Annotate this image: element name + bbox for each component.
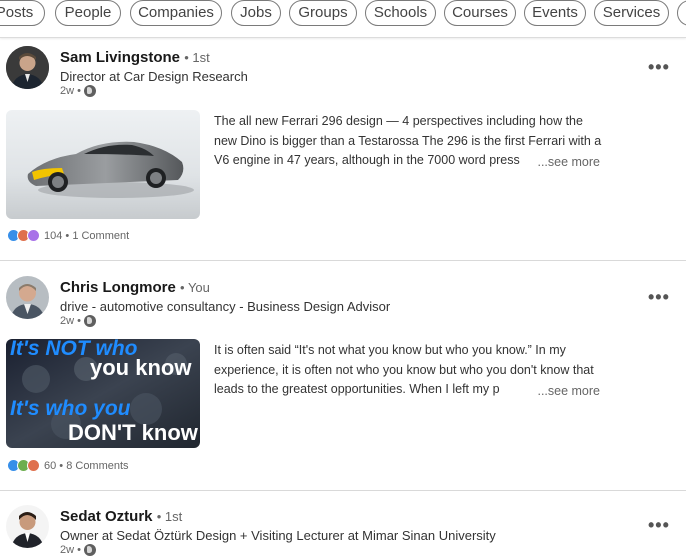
author-name[interactable]: Sedat Ozturk (60, 508, 153, 525)
globe-icon (83, 544, 96, 556)
post-age: 2w • (60, 544, 81, 556)
post-meta: 2w • (60, 544, 96, 556)
author-headline: Owner at Sedat Öztürk Design + Visiting … (60, 528, 496, 543)
avatar[interactable] (6, 505, 49, 548)
connection-degree: • 1st (156, 509, 183, 524)
more-options-icon[interactable]: ••• (648, 516, 670, 534)
post-card: Sedat Ozturk • 1st Owner at Sedat Öztürk… (0, 0, 686, 558)
